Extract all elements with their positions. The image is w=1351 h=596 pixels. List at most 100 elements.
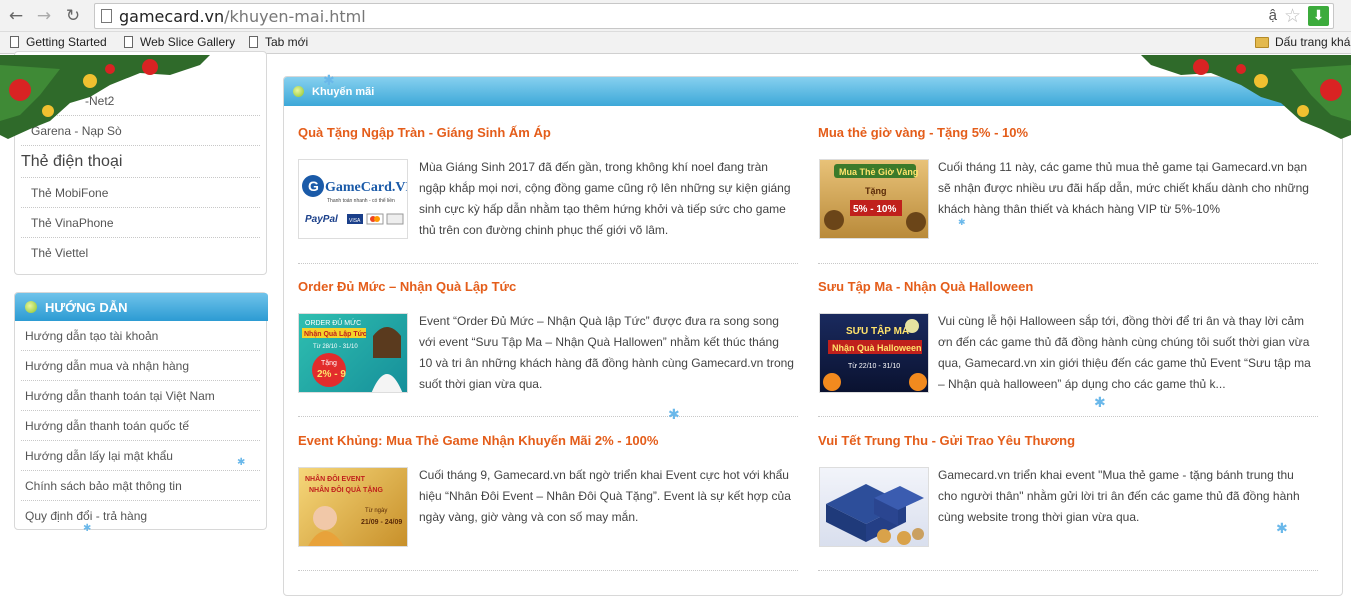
thumb-line3: Từ 22/10 - 31/10 bbox=[848, 363, 900, 370]
order-banner-image: ORDER ĐỦ MỨC Nhận Quà Lập Tức Từ 28/10 -… bbox=[302, 318, 403, 392]
bookmark-folder-label: Dấu trang khá bbox=[1275, 35, 1351, 49]
promo-title-christmas[interactable]: Quà Tặng Ngập Tràn - Giáng Sinh Ấm Áp bbox=[298, 125, 551, 140]
browser-toolbar: ← → ↻ gamecard.vn/khuyen-mai.html ậ ☆ ⬇ bbox=[0, 0, 1351, 32]
thumb-line2: NHÂN ĐÔI QUÀ TẶNG bbox=[309, 485, 383, 494]
snowflake-icon: ✱ bbox=[958, 218, 966, 228]
divider bbox=[298, 263, 798, 264]
divider bbox=[298, 416, 798, 417]
sidebar-item-vinaphone[interactable]: Thẻ VinaPhone bbox=[31, 216, 114, 230]
promo-desc-golden-hour: Cuối tháng 11 này, các game thủ mua thẻ … bbox=[938, 160, 1309, 216]
thumb-line4: 21/09 - 24/09 bbox=[361, 519, 402, 526]
url-text[interactable]: gamecard.vn/khuyen-mai.html bbox=[119, 7, 366, 26]
promo-title-order[interactable]: Order Đủ Mức – Nhận Quà Lập Tức bbox=[298, 279, 516, 294]
bookmark-label: Getting Started bbox=[26, 35, 107, 49]
thumb-line3: 5% - 10% bbox=[853, 204, 896, 215]
snowflake-icon: ✱ bbox=[668, 407, 680, 423]
snowflake-icon: ✱ bbox=[1094, 395, 1106, 411]
promo-thumb-halloween[interactable]: SƯU TẬP MA Nhận Quà Halloween Từ 22/10 -… bbox=[819, 313, 929, 393]
guide-header: HƯỚNG DẪN bbox=[15, 293, 268, 321]
divider bbox=[21, 440, 260, 441]
guide-item-return-policy[interactable]: Quy định đổi - trả hàng bbox=[25, 509, 147, 523]
download-extension-icon[interactable]: ⬇ bbox=[1308, 6, 1329, 26]
promo-thumb-order[interactable]: ORDER ĐỦ MỨC Nhận Quà Lập Tức Từ 28/10 -… bbox=[298, 313, 408, 393]
bookmark-getting-started[interactable]: Getting Started bbox=[10, 35, 107, 49]
divider bbox=[21, 177, 260, 178]
divider bbox=[818, 416, 1318, 417]
snowflake-icon: ✱ bbox=[83, 523, 92, 534]
translate-icon[interactable]: ậ bbox=[1269, 7, 1277, 24]
snowflake-icon: ✱ bbox=[323, 73, 335, 89]
thumb-line1: ORDER ĐỦ MỨC bbox=[305, 318, 361, 327]
guide-item-privacy-policy[interactable]: Chính sách bảo mật thông tin bbox=[25, 479, 182, 493]
divider bbox=[21, 470, 260, 471]
bullet-icon bbox=[25, 301, 37, 313]
guide-item-create-account[interactable]: Hướng dẫn tạo tài khoản bbox=[25, 329, 158, 343]
thumb-line1: SƯU TẬP MA bbox=[846, 324, 909, 337]
bookmark-star-icon[interactable]: ☆ bbox=[1284, 5, 1301, 27]
thumb-line1: NHÂN ĐÔI EVENT bbox=[305, 474, 366, 483]
promo-desc-event-khung: Cuối tháng 9, Gamecard.vn bất ngờ triển … bbox=[419, 468, 791, 524]
page-icon bbox=[124, 36, 133, 48]
promo-title-event-khung[interactable]: Event Khủng: Mua Thẻ Game Nhận Khuyến Mã… bbox=[298, 433, 658, 448]
divider bbox=[818, 263, 1318, 264]
svg-text:G: G bbox=[308, 178, 319, 194]
divider bbox=[21, 410, 260, 411]
promo-title-mid-autumn[interactable]: Vui Tết Trung Thu - Gửi Trao Yêu Thương bbox=[818, 433, 1075, 448]
divider bbox=[298, 570, 798, 571]
promo-title-halloween[interactable]: Sưu Tập Ma - Nhận Quà Halloween bbox=[818, 279, 1033, 294]
promo-thumb-christmas[interactable]: G GameCard.VN Thanh toán nhanh - có thể … bbox=[298, 159, 408, 239]
gamecard-logo-image: G GameCard.VN Thanh toán nhanh - có thể … bbox=[302, 175, 408, 225]
page-icon bbox=[10, 36, 19, 48]
url-host: gamecard.vn bbox=[119, 7, 225, 26]
promo-desc-halloween: Vui cùng lễ hội Halloween sắp tới, đồng … bbox=[938, 314, 1311, 391]
christmas-garland-right-image bbox=[1141, 55, 1351, 139]
christmas-garland-left-image bbox=[0, 55, 210, 139]
page-icon bbox=[249, 36, 258, 48]
promo-thumb-golden-hour[interactable]: Mua Thẻ Giờ Vàng Tặng 5% - 10% bbox=[819, 159, 929, 239]
thumb-paypal: PayPal bbox=[305, 214, 338, 225]
promo-thumb-event-khung[interactable]: NHÂN ĐÔI EVENT NHÂN ĐÔI QUÀ TẶNG Từ ngày… bbox=[298, 467, 408, 547]
bullet-icon bbox=[293, 86, 304, 97]
thumb-line1: Mua Thẻ Giờ Vàng bbox=[839, 167, 918, 177]
snowflake-icon: ✱ bbox=[237, 457, 246, 468]
promotions-title: Khuyến mãi bbox=[312, 86, 375, 98]
event-khung-banner-image: NHÂN ĐÔI EVENT NHÂN ĐÔI QUÀ TẶNG Từ ngày… bbox=[305, 474, 402, 546]
thumb-logo-text: GameCard.VN bbox=[325, 180, 408, 195]
guide-item-pay-vietnam[interactable]: Hướng dẫn thanh toán tại Việt Nam bbox=[25, 389, 215, 403]
divider bbox=[21, 207, 260, 208]
promo-desc-order: Event “Order Đủ Mức – Nhận Quà lập Tức” … bbox=[419, 314, 794, 391]
address-bar[interactable]: gamecard.vn/khuyen-mai.html ậ ☆ ⬇ bbox=[94, 3, 1334, 29]
reload-icon[interactable]: ↻ bbox=[63, 6, 83, 26]
divider bbox=[21, 500, 260, 501]
thumb-tagline: Thanh toán nhanh - có thể liền bbox=[327, 197, 395, 204]
thumb-line4: Tặng bbox=[321, 360, 337, 367]
thumb-line2: Nhận Quà Lập Tức bbox=[304, 331, 367, 338]
bookmark-folder-other[interactable]: Dấu trang khá bbox=[1255, 35, 1350, 49]
bookmark-web-slice-gallery[interactable]: Web Slice Gallery bbox=[124, 35, 235, 49]
sidebar-item-mobifone[interactable]: Thẻ MobiFone bbox=[31, 186, 108, 200]
promo-thumb-mid-autumn[interactable] bbox=[819, 467, 929, 547]
sidebar-item-viettel[interactable]: Thẻ Viettel bbox=[31, 246, 88, 260]
bookmark-tab-moi[interactable]: Tab mới bbox=[249, 35, 308, 49]
guide-item-pay-international[interactable]: Hướng dẫn thanh toán quốc tế bbox=[25, 419, 189, 433]
thumb-line2: Nhận Quà Halloween bbox=[832, 343, 922, 353]
divider bbox=[21, 237, 260, 238]
page-content: -Net2 Garena - Nạp Sò Thẻ điện thoại Thẻ… bbox=[0, 51, 1351, 596]
page-icon bbox=[101, 9, 112, 23]
url-path: /khuyen-mai.html bbox=[224, 7, 366, 26]
promo-title-golden-hour[interactable]: Mua thẻ giờ vàng - Tặng 5% - 10% bbox=[818, 125, 1028, 140]
forward-arrow-icon[interactable]: → bbox=[34, 6, 54, 26]
divider bbox=[21, 380, 260, 381]
bookmark-label: Web Slice Gallery bbox=[140, 35, 236, 49]
sidebar-heading-phone-cards[interactable]: Thẻ điện thoại bbox=[21, 153, 122, 171]
guide-item-recover-password[interactable]: Hướng dẫn lấy lại mật khẩu bbox=[25, 449, 173, 463]
snowflake-icon: ✱ bbox=[1276, 521, 1288, 537]
promo-desc-christmas: Mùa Giáng Sinh 2017 đã đến gần, trong kh… bbox=[419, 160, 791, 237]
promo-desc-mid-autumn: Gamecard.vn triển khai event "Mua thẻ ga… bbox=[938, 468, 1300, 524]
sidebar-guide-box: HƯỚNG DẪN Hướng dẫn tạo tài khoản Hướng … bbox=[14, 292, 268, 530]
golden-hour-banner-image: Mua Thẻ Giờ Vàng Tặng 5% - 10% bbox=[824, 164, 926, 232]
back-arrow-icon[interactable]: ← bbox=[6, 6, 26, 26]
guide-item-buy-receive[interactable]: Hướng dẫn mua và nhận hàng bbox=[25, 359, 189, 373]
divider bbox=[818, 570, 1318, 571]
mooncake-box-image bbox=[826, 484, 924, 545]
